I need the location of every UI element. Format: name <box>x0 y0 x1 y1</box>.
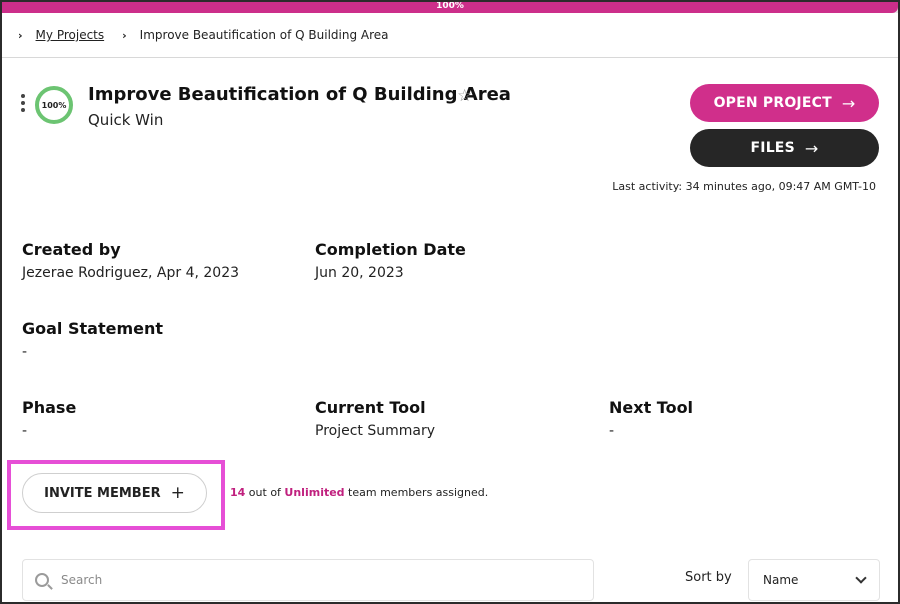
chevron-down-icon <box>855 572 867 584</box>
invite-member-label: INVITE MEMBER <box>44 485 161 501</box>
kebab-dot <box>21 108 25 112</box>
arrow-right-icon: → <box>841 93 856 113</box>
kebab-dot <box>21 101 25 105</box>
created-by-field: Created by Jezerae Rodriguez, Apr 4, 202… <box>22 240 239 281</box>
member-limit: Unlimited <box>284 486 345 499</box>
open-project-label: OPEN PROJECT <box>713 95 832 111</box>
completion-ring: 100% <box>35 86 73 124</box>
files-label: FILES <box>750 140 795 156</box>
project-title: Improve Beautification of Q Building Are… <box>88 84 511 105</box>
breadcrumb-current: Improve Beautification of Q Building Are… <box>139 28 389 42</box>
project-type: Quick Win <box>88 111 164 129</box>
star-icon[interactable]: ☆ <box>457 86 472 106</box>
current-tool-field: Current Tool Project Summary <box>315 398 435 439</box>
assigned-suffix-text: team members assigned. <box>344 486 489 499</box>
phase-field: Phase - <box>22 398 76 439</box>
breadcrumb: › My Projects › Improve Beautification o… <box>2 13 898 58</box>
chevron-right-icon: › <box>122 28 127 42</box>
progress-label: 100% <box>436 1 464 11</box>
goal-statement-value: - <box>22 344 28 360</box>
search-input[interactable] <box>61 573 561 587</box>
last-activity: Last activity: 34 minutes ago, 09:47 AM … <box>612 180 876 193</box>
completion-date-label: Completion Date <box>315 240 466 259</box>
search-icon <box>35 573 49 587</box>
chevron-right-icon: › <box>18 28 23 42</box>
sort-select[interactable]: Name <box>748 559 880 601</box>
plus-icon: + <box>170 483 185 503</box>
created-by-value: Jezerae Rodriguez, Apr 4, 2023 <box>22 265 240 281</box>
phase-value: - <box>22 423 28 439</box>
phase-label: Phase <box>22 398 77 417</box>
current-tool-value: Project Summary <box>315 423 436 439</box>
current-tool-label: Current Tool <box>315 398 426 417</box>
goal-statement-field: Goal Statement - <box>22 319 163 360</box>
sort-by-label: Sort by <box>685 570 732 585</box>
completion-date-value: Jun 20, 2023 <box>315 265 404 281</box>
kebab-dot <box>21 94 25 98</box>
breadcrumb-my-projects-link[interactable]: My Projects <box>36 28 105 42</box>
assigned-count: 14 <box>230 486 246 499</box>
next-tool-field: Next Tool - <box>609 398 693 439</box>
created-by-label: Created by <box>22 240 121 259</box>
out-of-text: out of <box>245 486 285 499</box>
search-box[interactable] <box>22 559 594 601</box>
open-project-button[interactable]: OPEN PROJECT → <box>690 84 879 122</box>
more-options-icon[interactable] <box>21 94 26 115</box>
project-progress-bar: 100% <box>2 2 898 13</box>
page-frame: 100% › My Projects › Improve Beautificat… <box>0 0 900 604</box>
next-tool-label: Next Tool <box>609 398 694 417</box>
next-tool-value: - <box>609 423 615 439</box>
completion-date-field: Completion Date Jun 20, 2023 <box>315 240 466 281</box>
team-members-assigned: 14 out of Unlimited team members assigne… <box>230 486 488 499</box>
files-button[interactable]: FILES → <box>690 129 879 167</box>
invite-member-button[interactable]: INVITE MEMBER + <box>22 473 207 513</box>
goal-statement-label: Goal Statement <box>22 319 164 338</box>
arrow-right-icon: → <box>804 138 819 158</box>
sort-selected-value: Name <box>763 573 799 587</box>
